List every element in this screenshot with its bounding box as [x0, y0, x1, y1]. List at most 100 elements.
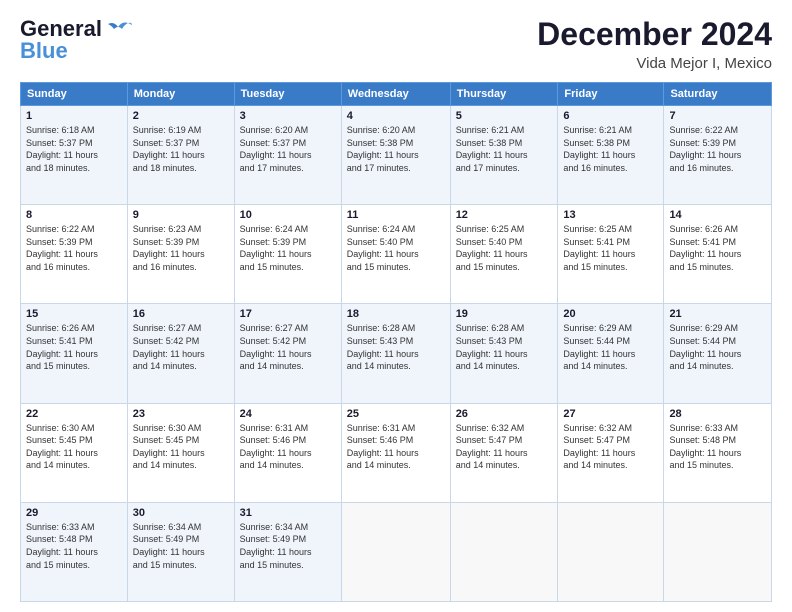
- day-number: 17: [240, 308, 336, 320]
- day-number: 3: [240, 110, 336, 122]
- day-number: 6: [563, 110, 658, 122]
- calendar-day-2: 2 Sunrise: 6:19 AM Sunset: 5:37 PM Daylig…: [127, 106, 234, 205]
- day-number: 2: [133, 110, 229, 122]
- logo-blue: Blue: [20, 38, 68, 64]
- calendar-day-25: 25 Sunrise: 6:31 AM Sunset: 5:46 PM Dayli…: [341, 403, 450, 502]
- day-info: Sunrise: 6:20 AM Sunset: 5:37 PM Dayligh…: [240, 124, 336, 174]
- day-info: Sunrise: 6:24 AM Sunset: 5:40 PM Dayligh…: [347, 223, 445, 273]
- day-number: 31: [240, 507, 336, 519]
- month-title: December 2024: [537, 16, 772, 53]
- calendar-day-3: 3 Sunrise: 6:20 AM Sunset: 5:37 PM Daylig…: [234, 106, 341, 205]
- day-number: 25: [347, 408, 445, 420]
- day-number: 30: [133, 507, 229, 519]
- calendar-day-8: 8 Sunrise: 6:22 AM Sunset: 5:39 PM Daylig…: [21, 205, 128, 304]
- calendar-day-7: 7Sunrise: 6:22 AM Sunset: 5:39 PM Daylig…: [664, 106, 772, 205]
- day-info: Sunrise: 6:30 AM Sunset: 5:45 PM Dayligh…: [133, 422, 229, 472]
- day-info: Sunrise: 6:19 AM Sunset: 5:37 PM Dayligh…: [133, 124, 229, 174]
- day-info: Sunrise: 6:32 AM Sunset: 5:47 PM Dayligh…: [456, 422, 553, 472]
- calendar-day-14: 14Sunrise: 6:26 AM Sunset: 5:41 PM Dayli…: [664, 205, 772, 304]
- day-number: 24: [240, 408, 336, 420]
- day-number: 5: [456, 110, 553, 122]
- day-info: Sunrise: 6:33 AM Sunset: 5:48 PM Dayligh…: [669, 422, 766, 472]
- calendar-day-13: 13Sunrise: 6:25 AM Sunset: 5:41 PM Dayli…: [558, 205, 664, 304]
- calendar-day-24: 24 Sunrise: 6:31 AM Sunset: 5:46 PM Dayli…: [234, 403, 341, 502]
- page: General Blue December 2024 Vida Mejor I,…: [0, 0, 792, 612]
- day-info: Sunrise: 6:34 AM Sunset: 5:49 PM Dayligh…: [240, 521, 336, 571]
- day-number: 22: [26, 408, 122, 420]
- location: Vida Mejor I, Mexico: [537, 55, 772, 72]
- calendar-day-6: 6 Sunrise: 6:21 AM Sunset: 5:38 PM Daylig…: [558, 106, 664, 205]
- day-info: Sunrise: 6:21 AM Sunset: 5:38 PM Dayligh…: [563, 124, 658, 174]
- calendar-week-1: 1 Sunrise: 6:18 AM Sunset: 5:37 PM Daylig…: [21, 106, 772, 205]
- day-number: 4: [347, 110, 445, 122]
- calendar-day-17: 17Sunrise: 6:27 AM Sunset: 5:42 PM Dayli…: [234, 304, 341, 403]
- calendar-day-30: 30 Sunrise: 6:34 AM Sunset: 5:49 PM Dayli…: [127, 502, 234, 601]
- title-block: December 2024 Vida Mejor I, Mexico: [537, 16, 772, 72]
- day-info: Sunrise: 6:29 AM Sunset: 5:44 PM Dayligh…: [669, 322, 766, 372]
- day-info: Sunrise: 6:18 AM Sunset: 5:37 PM Dayligh…: [26, 124, 122, 174]
- day-info: Sunrise: 6:32 AM Sunset: 5:47 PM Dayligh…: [563, 422, 658, 472]
- day-number: 8: [26, 209, 122, 221]
- day-info: Sunrise: 6:21 AM Sunset: 5:38 PM Dayligh…: [456, 124, 553, 174]
- day-number: 12: [456, 209, 553, 221]
- calendar-day-11: 11 Sunrise: 6:24 AM Sunset: 5:40 PM Dayli…: [341, 205, 450, 304]
- calendar-day-19: 19 Sunrise: 6:28 AM Sunset: 5:43 PM Dayli…: [450, 304, 558, 403]
- day-info: Sunrise: 6:30 AM Sunset: 5:45 PM Dayligh…: [26, 422, 122, 472]
- calendar-header-row: SundayMondayTuesdayWednesdayThursdayFrid…: [21, 83, 772, 106]
- day-number: 14: [669, 209, 766, 221]
- day-info: Sunrise: 6:31 AM Sunset: 5:46 PM Dayligh…: [347, 422, 445, 472]
- day-number: 11: [347, 209, 445, 221]
- day-number: 26: [456, 408, 553, 420]
- calendar-day-4: 4Sunrise: 6:20 AM Sunset: 5:38 PM Daylig…: [341, 106, 450, 205]
- day-number: 19: [456, 308, 553, 320]
- day-number: 27: [563, 408, 658, 420]
- day-info: Sunrise: 6:23 AM Sunset: 5:39 PM Dayligh…: [133, 223, 229, 273]
- day-number: 20: [563, 308, 658, 320]
- day-number: 9: [133, 209, 229, 221]
- calendar-week-5: 29Sunrise: 6:33 AM Sunset: 5:48 PM Dayli…: [21, 502, 772, 601]
- day-info: Sunrise: 6:31 AM Sunset: 5:46 PM Dayligh…: [240, 422, 336, 472]
- day-header-thursday: Thursday: [450, 83, 558, 106]
- day-header-saturday: Saturday: [664, 83, 772, 106]
- calendar-day-20: 20 Sunrise: 6:29 AM Sunset: 5:44 PM Dayli…: [558, 304, 664, 403]
- day-number: 10: [240, 209, 336, 221]
- calendar-day-15: 15 Sunrise: 6:26 AM Sunset: 5:41 PM Dayli…: [21, 304, 128, 403]
- day-info: Sunrise: 6:26 AM Sunset: 5:41 PM Dayligh…: [26, 322, 122, 372]
- calendar-table: SundayMondayTuesdayWednesdayThursdayFrid…: [20, 82, 772, 602]
- day-info: Sunrise: 6:34 AM Sunset: 5:49 PM Dayligh…: [133, 521, 229, 571]
- header: General Blue December 2024 Vida Mejor I,…: [20, 16, 772, 72]
- logo-bird-icon: [104, 19, 132, 39]
- calendar-day-9: 9 Sunrise: 6:23 AM Sunset: 5:39 PM Daylig…: [127, 205, 234, 304]
- calendar-day-21: 21 Sunrise: 6:29 AM Sunset: 5:44 PM Dayli…: [664, 304, 772, 403]
- day-info: Sunrise: 6:33 AM Sunset: 5:48 PM Dayligh…: [26, 521, 122, 571]
- day-info: Sunrise: 6:27 AM Sunset: 5:42 PM Dayligh…: [133, 322, 229, 372]
- day-info: Sunrise: 6:28 AM Sunset: 5:43 PM Dayligh…: [456, 322, 553, 372]
- day-info: Sunrise: 6:24 AM Sunset: 5:39 PM Dayligh…: [240, 223, 336, 273]
- logo: General Blue: [20, 16, 132, 64]
- calendar-day-5: 5 Sunrise: 6:21 AM Sunset: 5:38 PM Daylig…: [450, 106, 558, 205]
- day-info: Sunrise: 6:28 AM Sunset: 5:43 PM Dayligh…: [347, 322, 445, 372]
- calendar-day-1: 1 Sunrise: 6:18 AM Sunset: 5:37 PM Daylig…: [21, 106, 128, 205]
- day-info: Sunrise: 6:29 AM Sunset: 5:44 PM Dayligh…: [563, 322, 658, 372]
- empty-cell: [450, 502, 558, 601]
- calendar-day-26: 26 Sunrise: 6:32 AM Sunset: 5:47 PM Dayli…: [450, 403, 558, 502]
- day-header-tuesday: Tuesday: [234, 83, 341, 106]
- calendar-day-29: 29Sunrise: 6:33 AM Sunset: 5:48 PM Dayli…: [21, 502, 128, 601]
- calendar-day-16: 16 Sunrise: 6:27 AM Sunset: 5:42 PM Dayli…: [127, 304, 234, 403]
- empty-cell: [341, 502, 450, 601]
- day-info: Sunrise: 6:22 AM Sunset: 5:39 PM Dayligh…: [26, 223, 122, 273]
- day-number: 16: [133, 308, 229, 320]
- empty-cell: [664, 502, 772, 601]
- empty-cell: [558, 502, 664, 601]
- day-header-sunday: Sunday: [21, 83, 128, 106]
- calendar-day-28: 28Sunrise: 6:33 AM Sunset: 5:48 PM Dayli…: [664, 403, 772, 502]
- day-header-friday: Friday: [558, 83, 664, 106]
- day-number: 15: [26, 308, 122, 320]
- day-number: 1: [26, 110, 122, 122]
- day-number: 18: [347, 308, 445, 320]
- calendar-week-3: 15 Sunrise: 6:26 AM Sunset: 5:41 PM Dayli…: [21, 304, 772, 403]
- day-info: Sunrise: 6:22 AM Sunset: 5:39 PM Dayligh…: [669, 124, 766, 174]
- calendar-day-12: 12Sunrise: 6:25 AM Sunset: 5:40 PM Dayli…: [450, 205, 558, 304]
- calendar-day-22: 22 Sunrise: 6:30 AM Sunset: 5:45 PM Dayli…: [21, 403, 128, 502]
- day-number: 21: [669, 308, 766, 320]
